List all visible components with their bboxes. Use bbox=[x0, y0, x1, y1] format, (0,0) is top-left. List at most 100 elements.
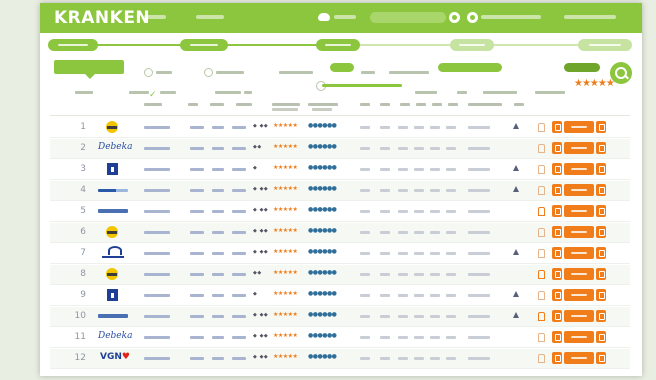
star-rating-filter[interactable]: ★★★★★ bbox=[574, 78, 615, 89]
table-row[interactable]: 12 VGN♥ ◆ ◆◆ ★★★★★ ●●●●●● bbox=[50, 349, 630, 369]
table-row[interactable]: 8 ◆◆ ★★★★★ ●●●●●● bbox=[50, 265, 630, 285]
table-row[interactable]: 1 ◆ ◆◆ ★★★★★ ●●●●●● bbox=[50, 118, 630, 138]
select-button[interactable] bbox=[564, 268, 594, 280]
header-col[interactable] bbox=[308, 103, 338, 106]
table-row[interactable]: 3 ◆ ★★★★★ ●●●●●● bbox=[50, 160, 630, 180]
table-row[interactable]: 11 Debeka ◆ ◆◆ ★★★★★ ●●●●●● bbox=[50, 328, 630, 348]
nav-item-4[interactable] bbox=[481, 13, 541, 22]
header-col[interactable] bbox=[272, 103, 300, 106]
details-icon[interactable] bbox=[596, 268, 606, 280]
compare-icon[interactable] bbox=[552, 289, 562, 301]
compare-icon[interactable] bbox=[552, 247, 562, 259]
details-icon[interactable] bbox=[596, 310, 606, 322]
compare-icon[interactable] bbox=[552, 226, 562, 238]
nav-item-2[interactable] bbox=[196, 13, 224, 22]
select-button[interactable] bbox=[564, 163, 594, 175]
select-button[interactable] bbox=[564, 205, 594, 217]
notify-icon[interactable] bbox=[538, 123, 545, 132]
header-col[interactable] bbox=[400, 103, 410, 106]
details-icon[interactable] bbox=[596, 226, 606, 238]
notify-icon[interactable] bbox=[538, 312, 545, 321]
step-5[interactable] bbox=[578, 39, 632, 51]
table-cell bbox=[414, 147, 424, 150]
compare-icon[interactable] bbox=[552, 310, 562, 322]
compare-icon[interactable] bbox=[552, 142, 562, 154]
notify-icon[interactable] bbox=[538, 165, 545, 174]
table-row[interactable]: 6 ◆ ◆◆ ★★★★★ ●●●●●● bbox=[50, 223, 630, 243]
details-icon[interactable] bbox=[596, 289, 606, 301]
details-icon[interactable] bbox=[596, 205, 606, 217]
header-col[interactable] bbox=[360, 103, 370, 106]
compare-icon[interactable] bbox=[552, 121, 562, 133]
table-row[interactable]: 2 Debeka ◆◆ ★★★★★ ●●●●●● bbox=[50, 139, 630, 159]
header-col[interactable] bbox=[416, 103, 426, 106]
notify-icon[interactable] bbox=[538, 186, 545, 195]
header-col[interactable] bbox=[432, 103, 442, 106]
filter-chip-1[interactable] bbox=[330, 63, 354, 72]
notify-icon[interactable] bbox=[538, 291, 545, 300]
price-slider[interactable] bbox=[322, 84, 402, 87]
apply-filter-button[interactable] bbox=[564, 63, 600, 72]
compare-icon[interactable] bbox=[552, 352, 562, 364]
details-icon[interactable] bbox=[596, 247, 606, 259]
notify-icon[interactable] bbox=[538, 270, 545, 279]
step-1[interactable] bbox=[48, 39, 98, 51]
header-col[interactable] bbox=[236, 103, 252, 106]
nav-item-5[interactable] bbox=[564, 13, 616, 22]
user-icon[interactable] bbox=[449, 12, 460, 23]
table-row[interactable]: 5 ◆ ◆◆ ★★★★★ ●●●●●● bbox=[50, 202, 630, 222]
nav-item-3[interactable] bbox=[334, 13, 356, 22]
brand-logo[interactable]: KRANKEN bbox=[54, 8, 150, 28]
select-button[interactable] bbox=[564, 247, 594, 259]
details-icon[interactable] bbox=[596, 142, 606, 154]
header-col[interactable] bbox=[448, 103, 458, 106]
details-icon[interactable] bbox=[596, 184, 606, 196]
filter-tab-2[interactable] bbox=[144, 62, 172, 77]
table-cell bbox=[414, 231, 424, 234]
header-col[interactable] bbox=[188, 103, 198, 106]
select-button[interactable] bbox=[564, 226, 594, 238]
nav-item-1[interactable] bbox=[144, 13, 166, 22]
table-row[interactable]: 10 ◆ ◆◆ ★★★★★ ●●●●●● bbox=[50, 307, 630, 327]
compare-icon[interactable] bbox=[552, 268, 562, 280]
notify-icon[interactable] bbox=[538, 207, 545, 216]
step-4[interactable] bbox=[450, 39, 494, 51]
details-icon[interactable] bbox=[596, 163, 606, 175]
header-col[interactable] bbox=[514, 103, 524, 106]
details-icon[interactable] bbox=[596, 352, 606, 364]
table-row[interactable]: 7 ◆ ◆◆ ★★★★★ ●●●●●● bbox=[50, 244, 630, 264]
table-row[interactable]: 9 ◆ ★★★★★ ●●●●●● bbox=[50, 286, 630, 306]
notify-icon[interactable] bbox=[538, 354, 545, 363]
table-row[interactable]: 4 ◆ ◆◆ ★★★★★ ●●●●●● bbox=[50, 181, 630, 201]
header-col[interactable] bbox=[468, 103, 502, 106]
dot-rating: ●●●●●● bbox=[308, 269, 337, 276]
top-pill-button[interactable] bbox=[370, 12, 446, 23]
select-button[interactable] bbox=[564, 184, 594, 196]
details-icon[interactable] bbox=[596, 121, 606, 133]
header-col[interactable] bbox=[144, 103, 162, 106]
select-button[interactable] bbox=[564, 352, 594, 364]
details-icon[interactable] bbox=[596, 331, 606, 343]
select-button[interactable] bbox=[564, 310, 594, 322]
header-col[interactable] bbox=[210, 103, 224, 106]
filter-tab-3[interactable] bbox=[204, 62, 244, 77]
notify-icon[interactable] bbox=[538, 333, 545, 342]
filter-chip-2[interactable] bbox=[438, 63, 502, 72]
compare-icon[interactable] bbox=[552, 184, 562, 196]
notify-icon[interactable] bbox=[538, 249, 545, 258]
help-icon[interactable] bbox=[467, 12, 478, 23]
compare-icon[interactable] bbox=[552, 163, 562, 175]
header-col[interactable] bbox=[380, 103, 390, 106]
select-button[interactable] bbox=[564, 331, 594, 343]
compare-icon[interactable] bbox=[552, 205, 562, 217]
select-button[interactable] bbox=[564, 142, 594, 154]
filter-tab-active[interactable] bbox=[54, 60, 124, 79]
notify-icon[interactable] bbox=[538, 144, 545, 153]
select-button[interactable] bbox=[564, 289, 594, 301]
cloud-icon[interactable] bbox=[318, 13, 330, 21]
compare-icon[interactable] bbox=[552, 331, 562, 343]
step-2[interactable] bbox=[180, 39, 228, 51]
notify-icon[interactable] bbox=[538, 228, 545, 237]
step-3[interactable] bbox=[316, 39, 360, 51]
select-button[interactable] bbox=[564, 121, 594, 133]
